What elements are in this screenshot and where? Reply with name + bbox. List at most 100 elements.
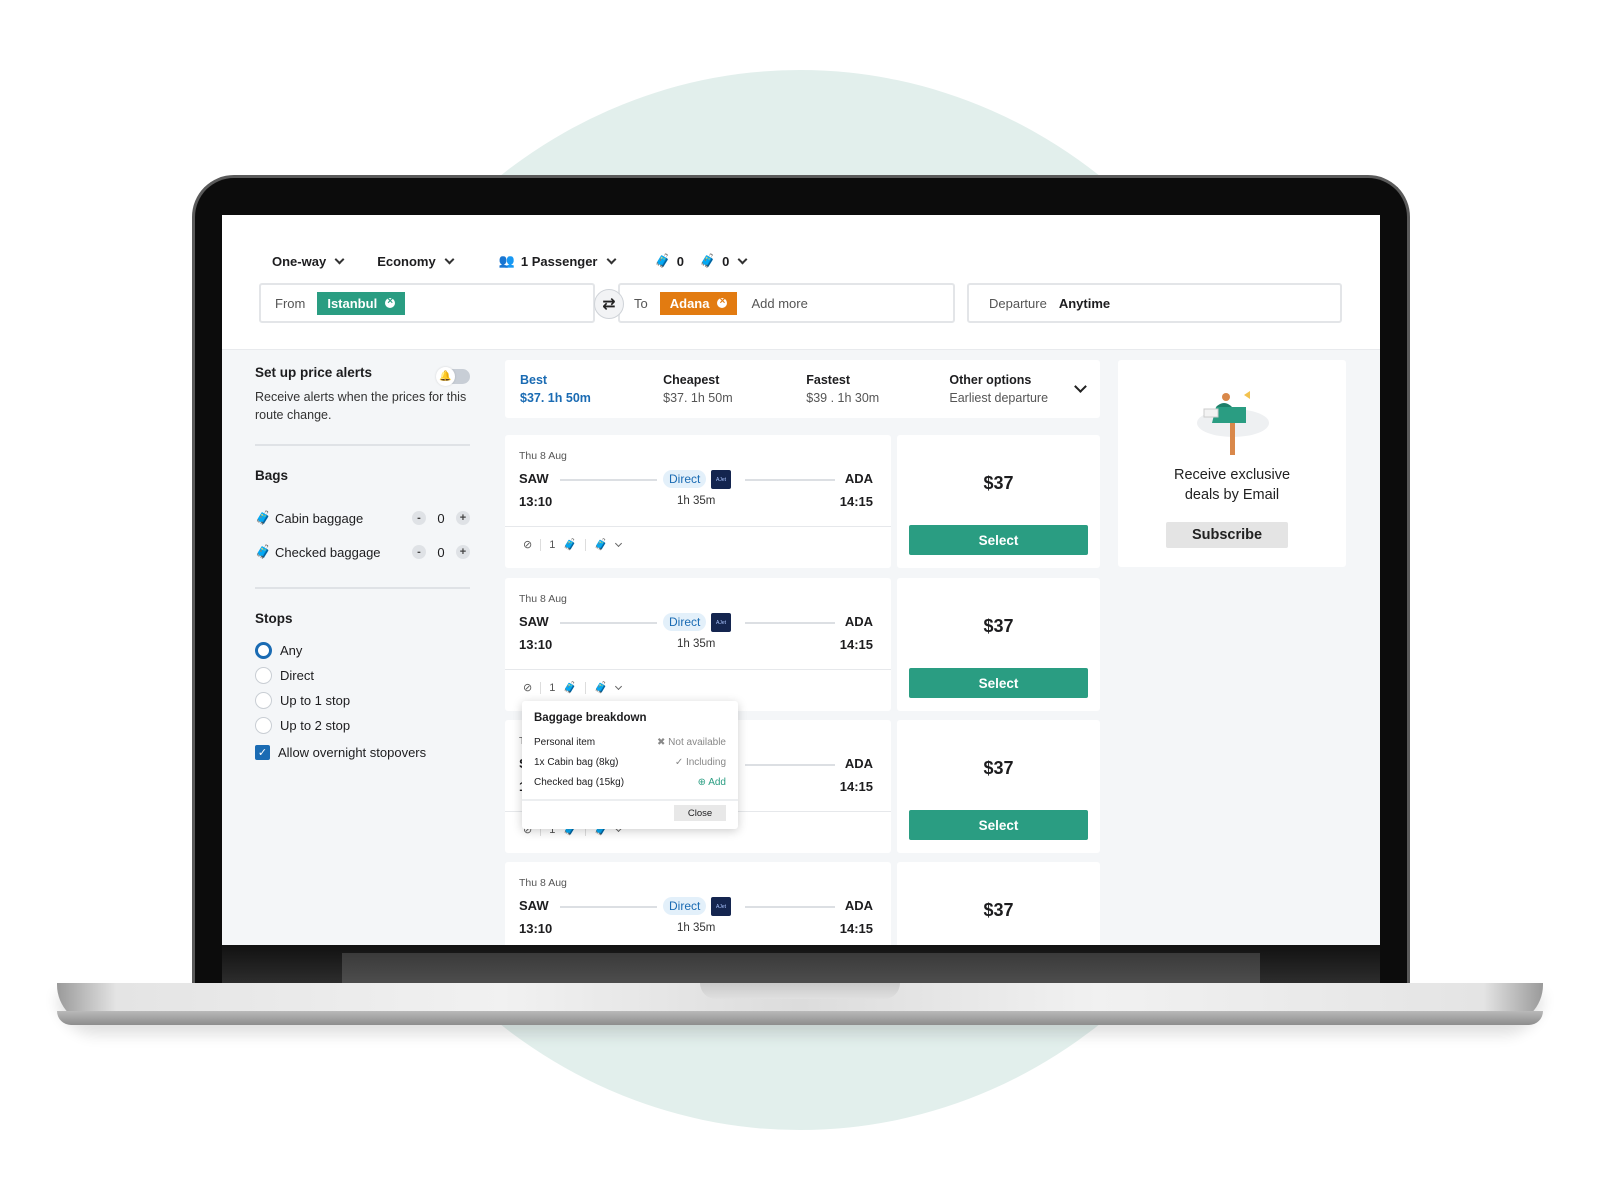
radio-selected[interactable]: [255, 642, 272, 659]
price-alerts-description: Receive alerts when the prices for this …: [255, 390, 467, 422]
plus-circle-icon: ⊕: [697, 777, 709, 788]
baggage-row: 1x Cabin bag (8kg) ✓ Including: [534, 757, 726, 768]
swap-button[interactable]: ⇄: [594, 289, 624, 319]
flight-duration: 1h 35m: [677, 495, 716, 507]
divider: [522, 799, 738, 801]
chevron-down-icon[interactable]: [614, 539, 622, 547]
chevron-down-icon: [334, 254, 345, 264]
tab-cheapest[interactable]: Cheapest $37. 1h 50m: [663, 373, 806, 405]
email-subscribe-panel: Receive exclusive deals by Email Subscrib…: [1118, 360, 1346, 567]
divider: [255, 444, 470, 446]
mailbox-illustration: [1197, 391, 1269, 455]
marketing-stage: One-way Economy 👥 1 Passenger 🧳 0 🧳 0 From …: [0, 0, 1600, 1200]
from-chip[interactable]: Istanbul: [317, 291, 406, 315]
divider: [505, 669, 891, 670]
tab-best[interactable]: Best $37. 1h 50m: [520, 373, 663, 405]
to-chip[interactable]: Adana: [659, 291, 738, 315]
flight-card[interactable]: Thu 8 Aug SAW Direct AJet ADA 13:10 1h 3…: [505, 435, 891, 568]
price-card: $37 Select: [897, 578, 1100, 711]
route-line: [745, 479, 835, 481]
arrival-time: 14:15: [839, 921, 873, 936]
chevron-down-icon: [444, 254, 455, 264]
from-field[interactable]: From Istanbul: [259, 283, 595, 323]
remove-icon[interactable]: [717, 294, 728, 310]
departure-field[interactable]: Departure Anytime: [967, 283, 1342, 323]
baggage-row: Personal item ✖ Not available: [534, 737, 726, 748]
baggage-summary[interactable]: ⊘ 1 🧳 🧳: [523, 538, 622, 551]
bags-title: Bags: [255, 468, 289, 483]
stops-badge: Direct: [663, 470, 707, 488]
no-personal-item-icon: ⊘: [523, 682, 533, 694]
search-options: One-way Economy 👥 1 Passenger 🧳 0 🧳 0: [272, 253, 780, 269]
tab-fastest[interactable]: Fastest $39 . 1h 30m: [806, 373, 949, 405]
flight-card[interactable]: Thu 8 Aug SAW Direct AJet ADA 13:10 1h 3…: [505, 862, 891, 945]
remove-icon[interactable]: [385, 294, 396, 310]
price: $37: [983, 758, 1014, 778]
to-field[interactable]: To Adana Add more: [618, 283, 955, 323]
chevron-down-icon: [737, 254, 748, 264]
stops-option-any[interactable]: Any: [255, 638, 470, 663]
bags-dropdown[interactable]: 🧳 0 🧳 0: [654, 253, 748, 269]
checked-bag-icon: 🧳: [594, 682, 608, 694]
baggage-summary[interactable]: ⊘ 1 🧳 🧳: [523, 681, 622, 694]
radio[interactable]: [255, 667, 272, 684]
add-checked-bag-button[interactable]: ⊕ Add: [698, 777, 726, 788]
passengers-dropdown[interactable]: 👥 1 Passenger: [499, 253, 616, 269]
checkmark-icon[interactable]: ✓: [255, 745, 270, 760]
checked-bag-icon: 🧳: [699, 253, 717, 268]
chevron-down-icon[interactable]: [614, 682, 622, 690]
route-line: [560, 906, 657, 908]
radio[interactable]: [255, 717, 272, 734]
route-line: [745, 622, 835, 624]
increment-button[interactable]: +: [456, 545, 470, 559]
price-alerts-toggle[interactable]: 🔔: [436, 367, 470, 386]
select-button[interactable]: Select: [909, 668, 1088, 698]
destination-airport: ADA: [844, 898, 873, 913]
cabin-baggage-row: 🧳 Cabin baggage - 0 +: [255, 501, 470, 535]
increment-button[interactable]: +: [456, 511, 470, 525]
trip-type-dropdown[interactable]: One-way: [272, 254, 345, 269]
cabin-bag-icon: 🧳: [255, 510, 272, 525]
decrement-button[interactable]: -: [412, 511, 426, 525]
stops-option-direct[interactable]: Direct: [255, 663, 470, 688]
overnight-stopovers-checkbox[interactable]: ✓ Allow overnight stopovers: [255, 740, 470, 765]
destination-airport: ADA: [844, 756, 873, 771]
cabin-class-dropdown[interactable]: Economy: [377, 254, 455, 269]
price-card: $37 Select: [897, 435, 1100, 568]
flight-duration: 1h 35m: [677, 638, 716, 650]
close-button[interactable]: Close: [674, 805, 726, 821]
divider: [505, 526, 891, 527]
price: $37: [983, 616, 1014, 636]
airline-logo: AJet: [711, 897, 731, 916]
subscribe-button[interactable]: Subscribe: [1166, 522, 1288, 548]
arrival-time: 14:15: [839, 637, 873, 652]
departure-time: 13:10: [519, 921, 553, 936]
departure-time: 13:10: [519, 494, 553, 509]
chevron-down-icon[interactable]: [1074, 379, 1087, 393]
checked-bag-icon: 🧳: [255, 544, 272, 559]
laptop-notch: [700, 983, 900, 999]
price: $37: [983, 473, 1014, 493]
cabin-bag-icon: 🧳: [654, 253, 671, 268]
select-button[interactable]: Select: [909, 810, 1088, 840]
price-card: $37 Select: [897, 862, 1100, 945]
flight-date: Thu 8 Aug: [519, 877, 567, 889]
stops-option-1-stop[interactable]: Up to 1 stop: [255, 688, 470, 713]
no-personal-item-icon: ⊘: [523, 539, 533, 551]
tab-other-options[interactable]: Other options Earliest departure: [949, 373, 1066, 405]
decrement-button[interactable]: -: [412, 545, 426, 559]
cabin-bag-icon: 🧳: [563, 682, 578, 694]
airline-logo: AJet: [711, 470, 731, 489]
add-more-link[interactable]: Add more: [751, 296, 807, 311]
stops-option-2-stop[interactable]: Up to 2 stop: [255, 713, 470, 738]
airline-logo: AJet: [711, 613, 731, 632]
origin-airport: SAW: [519, 898, 549, 913]
radio[interactable]: [255, 692, 272, 709]
destination-airport: ADA: [844, 614, 873, 629]
chevron-down-icon: [606, 254, 616, 264]
subscribe-text: Receive exclusive deals by Email: [1173, 467, 1291, 503]
flight-card[interactable]: Thu 8 Aug SAW Direct AJet ADA 13:10 1h 3…: [505, 578, 891, 711]
laptop-hinge: [222, 945, 1380, 983]
departure-time: 13:10: [519, 637, 553, 652]
select-button[interactable]: Select: [909, 525, 1088, 555]
